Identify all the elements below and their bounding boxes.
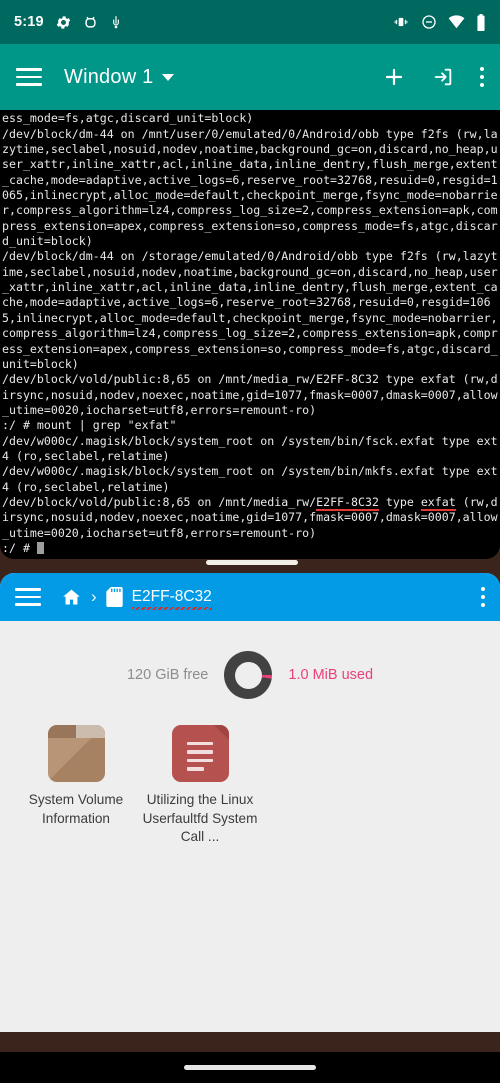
terminal-output[interactable]: press_extension=apk,compress_extension=a…: [0, 110, 500, 559]
document-icon: [171, 725, 229, 782]
folder-icon: [47, 725, 105, 782]
status-bar-left: 5:19: [14, 14, 123, 31]
status-bar-right: [392, 13, 486, 31]
spellcheck-underline: [131, 607, 212, 610]
breadcrumb-label: E2FF-8C32: [131, 588, 212, 605]
terminal-volume-id: E2FF-8C32: [316, 494, 379, 511]
list-item[interactable]: Utilizing the Linux Userfaultfd System C…: [138, 725, 262, 847]
bug-icon: [85, 16, 96, 28]
status-bar-clock: 5:19: [14, 14, 44, 30]
gesture-pill[interactable]: [184, 1065, 316, 1070]
breadcrumb-current[interactable]: E2FF-8C32: [131, 588, 212, 610]
file-list: System Volume Information Utilizing the L…: [0, 725, 500, 847]
do-not-disturb-icon: [422, 15, 436, 29]
window-title[interactable]: Window 1: [64, 66, 153, 89]
storage-used-label: 1.0 MiB used: [288, 667, 374, 683]
battery-icon: [477, 13, 485, 31]
file-manager-toolbar: › E2FF-8C32: [0, 573, 500, 621]
home-icon[interactable]: [61, 587, 82, 608]
usb-icon: [112, 16, 119, 29]
horizontal-scrollbar[interactable]: [0, 559, 500, 567]
plus-icon[interactable]: [382, 65, 406, 89]
navigation-bar: [0, 1052, 500, 1083]
phone-screen: 5:19 Window 1 press_extension=apk,compre…: [0, 0, 500, 1083]
more-vertical-icon[interactable]: [479, 66, 484, 88]
hamburger-icon[interactable]: [16, 68, 42, 86]
wifi-icon: [448, 15, 465, 29]
list-item-label: Utilizing the Linux Userfaultfd System C…: [142, 792, 258, 844]
sd-card-icon[interactable]: [105, 587, 123, 607]
arrow-into-box-icon[interactable]: [432, 66, 454, 88]
chevron-down-icon[interactable]: [162, 73, 175, 81]
more-vertical-icon[interactable]: [480, 586, 485, 608]
vibrate-icon: [394, 17, 408, 27]
status-bar: 5:19: [0, 0, 500, 44]
terminal-toolbar: Window 1: [0, 44, 500, 110]
hamburger-icon[interactable]: [15, 588, 41, 606]
list-item[interactable]: System Volume Information: [14, 725, 138, 847]
gear-icon: [56, 15, 71, 29]
storage-summary: 120 GiB free 1.0 MiB used: [0, 621, 500, 725]
chevron-right-icon: ›: [91, 587, 97, 606]
terminal-fstype: exfat: [420, 494, 456, 511]
file-manager-panel: › E2FF-8C32 120 GiB free 1.0 MiB used Sy…: [0, 573, 500, 1032]
breadcrumb: › E2FF-8C32: [61, 587, 212, 610]
terminal-container: press_extension=apk,compress_extension=a…: [0, 110, 500, 573]
storage-free-label: 120 GiB free: [126, 667, 209, 683]
storage-donut-chart: [224, 651, 273, 699]
terminal-cursor: [36, 541, 44, 554]
list-item-label: System Volume Information: [28, 792, 124, 826]
